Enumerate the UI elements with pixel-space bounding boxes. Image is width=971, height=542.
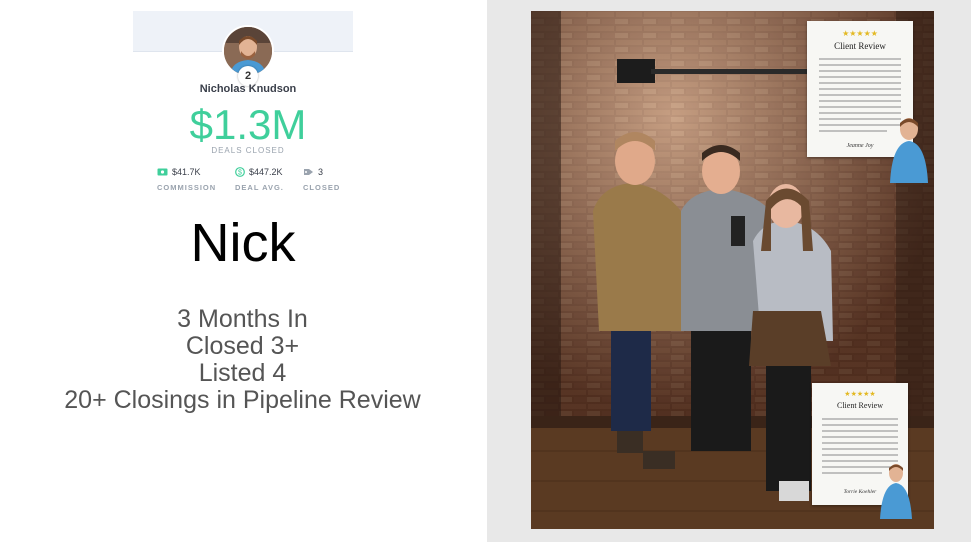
agent-cutout-top: [890, 118, 928, 183]
review-title: Client Review: [834, 41, 886, 51]
review-signature: Jeanne Joy: [847, 143, 874, 149]
closed-stat: 3 CLOSED: [303, 167, 373, 192]
review-signature: Torrie Koehler: [844, 489, 878, 495]
commission-label: COMMISSION: [157, 183, 217, 192]
deal-avg-label: DEAL AVG.: [235, 183, 284, 192]
review-stars: ★★★★★: [842, 29, 878, 38]
commission-value: $41.7K: [172, 167, 201, 177]
agent-name: Nicholas Knudson: [199, 83, 297, 95]
agent-title: Nick: [190, 213, 296, 273]
closed-label: CLOSED: [303, 183, 341, 192]
deals-closed-label: DEALS CLOSED: [211, 146, 285, 155]
group-photo: ★★★★★ Client Review Jeanne Joy ★★★★★ Cli…: [531, 11, 934, 529]
summary-line: Closed 3+: [185, 332, 300, 360]
summary-line: 3 Months In: [177, 305, 308, 333]
summary-line: 20+ Closings in Pipeline Review: [64, 386, 421, 414]
dollar-circle-icon: $: [235, 167, 245, 177]
summary-line: Listed 4: [198, 359, 287, 387]
summary-list: 3 Months In Closed 3+ Listed 4 20+ Closi…: [20, 306, 465, 414]
review-title: Client Review: [837, 401, 883, 410]
agent-cutout-bottom: [880, 464, 912, 519]
svg-text:$: $: [238, 170, 242, 177]
left-panel: 2 Nicholas Knudson $1.3M DEALS CLOSED $4…: [0, 0, 487, 542]
review-stars: ★★★★★: [844, 390, 875, 398]
deal-avg-value: $447.2K: [249, 167, 283, 177]
deals-closed-value: $1.3M: [189, 101, 307, 148]
tag-icon: [303, 168, 314, 176]
deal-avg-stat: $ $447.2K DEAL AVG.: [235, 167, 305, 192]
cash-icon: [157, 168, 168, 176]
closed-value: 3: [318, 167, 324, 177]
commission-stat: $41.7K COMMISSION: [157, 167, 227, 192]
